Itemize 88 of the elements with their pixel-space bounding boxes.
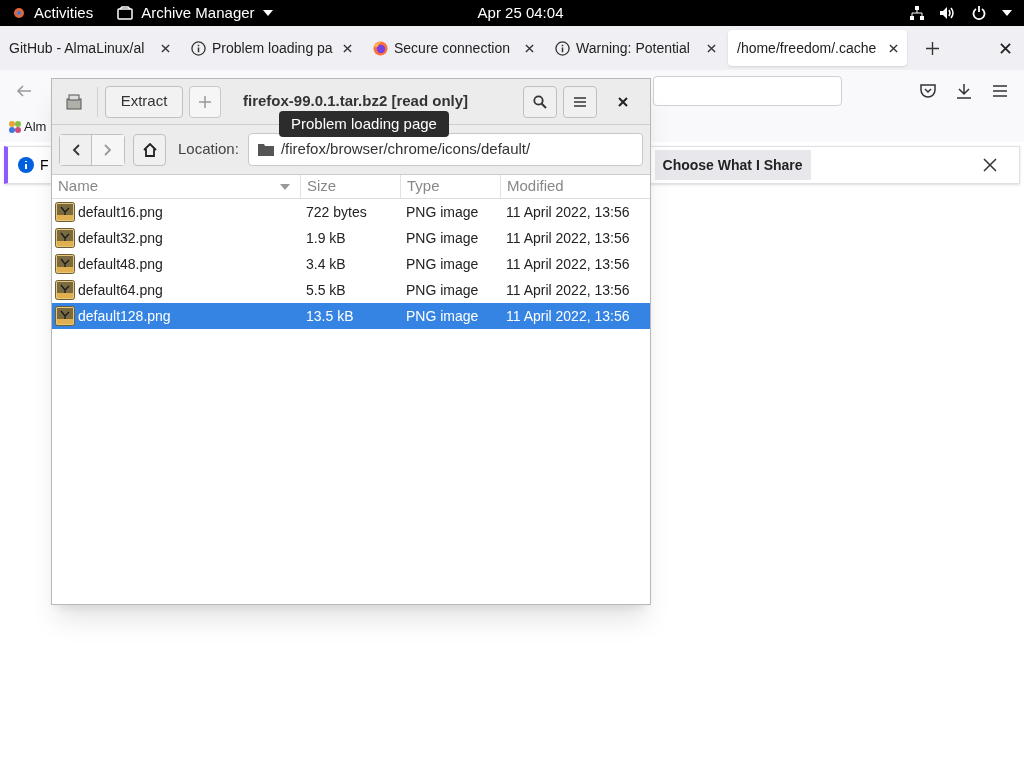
choose-what-i-share-button[interactable]: Choose What I Share xyxy=(654,150,811,180)
image-file-icon xyxy=(55,228,75,248)
close-icon[interactable] xyxy=(983,158,997,172)
window-title: firefox-99.0.1.tar.bz2 [read only] xyxy=(243,91,469,112)
app-menu[interactable]: Archive Manager xyxy=(141,1,255,25)
file-type: PNG image xyxy=(406,229,479,246)
column-header[interactable]: Size xyxy=(307,175,337,198)
file-modified: 11 April 2022, 13:56 xyxy=(506,229,630,246)
file-modified: 11 April 2022, 13:56 xyxy=(506,281,630,298)
plus-icon xyxy=(199,95,211,108)
browser-tab[interactable]: /home/freedom/.cache xyxy=(728,30,907,66)
file-type: PNG image xyxy=(406,255,479,272)
search-button[interactable] xyxy=(523,85,557,118)
column-header[interactable]: Type xyxy=(407,175,440,198)
menu-button[interactable] xyxy=(563,85,597,118)
file-type: PNG image xyxy=(406,203,479,220)
gnome-logo-icon xyxy=(12,6,26,20)
clock[interactable]: Apr 25 04:04 xyxy=(477,1,564,25)
pocket-icon[interactable] xyxy=(920,83,936,99)
close-tab-icon[interactable] xyxy=(707,43,716,53)
browser-tab[interactable]: Warning: Potential xyxy=(546,30,725,66)
chevron-left-icon xyxy=(71,143,80,156)
close-icon xyxy=(618,96,628,107)
file-row[interactable]: default48.png 3.4 kB PNG image 11 April 2022, 13:56 xyxy=(52,251,650,277)
file-row[interactable]: default32.png 1.9 kB PNG image 11 April 2022, 13:56 xyxy=(52,225,650,251)
new-tab-icon[interactable] xyxy=(926,41,939,55)
file-row[interactable]: default16.png 722 bytes PNG image 11 April 2022, 13:56 xyxy=(52,199,650,225)
bookmark-item[interactable]: Alm xyxy=(24,117,47,137)
menu-icon[interactable] xyxy=(992,84,1008,98)
close-tab-icon[interactable] xyxy=(161,43,170,53)
browser-tab[interactable]: GitHub - AlmaLinux/al xyxy=(0,30,179,66)
file-size: 722 bytes xyxy=(306,203,367,220)
image-file-icon xyxy=(55,280,75,300)
image-file-icon xyxy=(55,202,75,222)
file-type: PNG image xyxy=(406,281,479,298)
chevron-right-icon xyxy=(104,143,112,156)
browser-logo-icon xyxy=(373,40,388,56)
search-icon xyxy=(533,94,547,109)
file-modified: 11 April 2022, 13:56 xyxy=(506,203,630,220)
file-modified: 11 April 2022, 13:56 xyxy=(506,307,630,324)
info-icon xyxy=(18,157,34,173)
location-path: /firefox/browser/chrome/icons/default/ xyxy=(280,139,531,160)
column-header[interactable]: Name xyxy=(58,175,98,198)
close-tab-icon[interactable] xyxy=(889,43,898,53)
archive-icon xyxy=(117,6,134,20)
close-tab-icon[interactable] xyxy=(525,43,534,53)
file-name: default128.png xyxy=(78,306,171,326)
browser-tab[interactable]: Problem loading pa xyxy=(182,30,361,66)
volume-icon[interactable] xyxy=(940,6,956,20)
power-icon[interactable] xyxy=(972,6,986,20)
notification-text: F xyxy=(40,155,49,175)
sort-arrow-icon xyxy=(280,183,290,190)
file-row[interactable]: default128.png 13.5 kB PNG image 11 April 2022, 13:56 xyxy=(52,303,650,329)
file-size: 1.9 kB xyxy=(306,229,346,246)
location-label: Location: xyxy=(178,139,239,160)
archive-icon[interactable] xyxy=(65,93,83,110)
menu-icon xyxy=(574,96,586,107)
file-size: 5.5 kB xyxy=(306,281,346,298)
browser-tab[interactable]: Secure connection xyxy=(364,30,543,66)
file-size: 13.5 kB xyxy=(306,307,354,324)
network-icon[interactable] xyxy=(910,6,924,20)
extract-button[interactable]: Extract xyxy=(105,85,183,118)
tooltip: Problem loading page xyxy=(279,111,449,137)
activities-button[interactable]: Activities xyxy=(34,1,94,25)
file-modified: 11 April 2022, 13:56 xyxy=(506,255,630,272)
image-file-icon xyxy=(55,306,75,326)
close-tab-icon[interactable] xyxy=(343,43,352,53)
close-window-icon[interactable] xyxy=(1000,42,1011,54)
file-name: default32.png xyxy=(78,228,163,248)
home-icon xyxy=(142,142,157,157)
download-icon[interactable] xyxy=(956,83,972,99)
bookmark-favicon-icon xyxy=(8,120,22,134)
file-row[interactable]: default64.png 5.5 kB PNG image 11 April 2022, 13:56 xyxy=(52,277,650,303)
caret-icon xyxy=(1002,10,1012,16)
location-field[interactable]: /firefox/browser/chrome/icons/default/ xyxy=(247,133,643,166)
column-header[interactable]: Modified xyxy=(507,175,564,198)
caret-icon xyxy=(262,10,273,16)
file-name: default64.png xyxy=(78,280,163,300)
back-button[interactable] xyxy=(60,134,92,165)
home-button[interactable] xyxy=(133,133,166,166)
file-type: PNG image xyxy=(406,307,479,324)
file-name: default16.png xyxy=(78,202,163,222)
info-icon xyxy=(191,40,206,56)
file-name: default48.png xyxy=(78,254,163,274)
file-size: 3.4 kB xyxy=(306,255,346,272)
back-arrow-icon[interactable] xyxy=(16,84,32,98)
info-icon xyxy=(555,40,570,56)
image-file-icon xyxy=(55,254,75,274)
